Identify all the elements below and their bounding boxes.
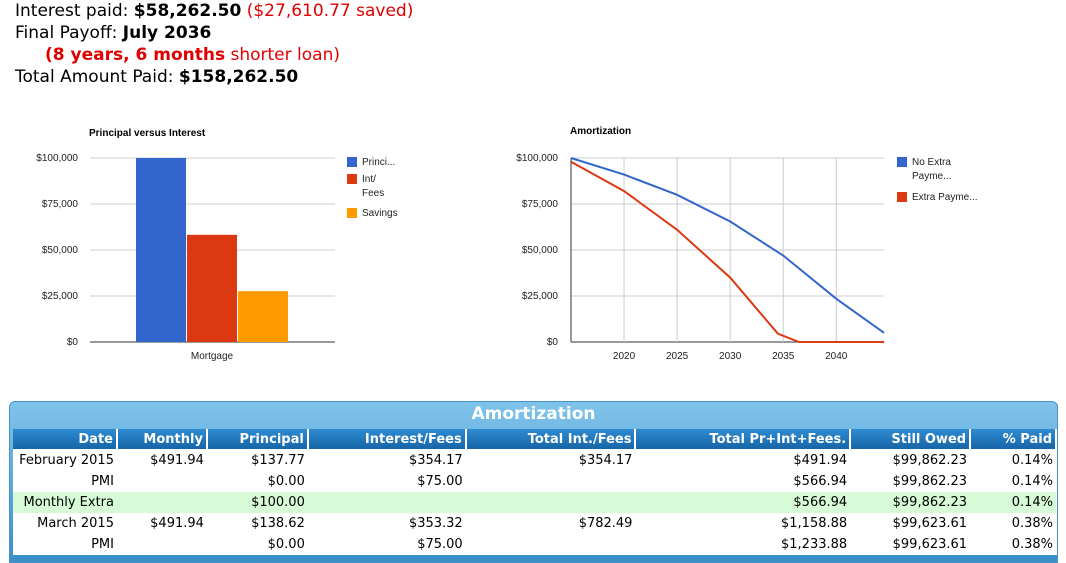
table-cell: $99,623.61 (892, 516, 968, 531)
table-cell: 0.38% (1011, 516, 1053, 531)
interest-paid-label: Interest paid: (15, 1, 129, 21)
series-line-1 (570, 160, 884, 343)
table-cell: $782.49 (578, 516, 633, 531)
legend-label: No Extra (912, 157, 951, 168)
table-row: February 2015 $491.94 $137.77 $354.17 $354.1… (13, 450, 1056, 472)
table-cell: $137.77 (251, 453, 305, 468)
column-header[interactable]: Total Pr+Int+Fees. (635, 429, 852, 450)
final-payoff-line: Final Payoff: July 2036 (15, 22, 413, 44)
line-chart-title: Amortization (570, 126, 632, 137)
line-y-tick-label: $0 (547, 337, 559, 348)
final-payoff-value: July 2036 (122, 23, 212, 43)
table-cell: $99,862.23 (892, 453, 968, 468)
table-row: PMI $0.00 $75.00 $566.94 $99,862.23 0.14% (13, 471, 1056, 492)
legend-swatch (897, 157, 907, 167)
table-cell: $354.17 (578, 453, 633, 468)
table-cell: 0.14% (1011, 474, 1053, 489)
bar-y-tick-label: $75,000 (42, 199, 79, 210)
table-cell (116, 492, 207, 513)
bar-y-tick-label: $25,000 (42, 291, 79, 302)
table-cell: $354.17 (408, 453, 463, 468)
legend-swatch (347, 174, 357, 184)
table-cell: $75.00 (417, 474, 463, 489)
legend-label: Savings (362, 208, 398, 219)
column-header[interactable]: Principal (206, 429, 309, 450)
table-cell: $566.94 (793, 474, 848, 489)
amortization-table-panel: Amortization Date Monthly Principal Interes… (9, 401, 1058, 563)
amortization-chart: $0 $25,000 $50,000 $75,000 $100,000 2020 2025 2… (516, 153, 978, 362)
series-line-0 (570, 157, 885, 334)
shorter-loan-duration: (8 years, 6 months (45, 45, 226, 65)
column-header[interactable]: Still Owed (850, 429, 972, 450)
table-cell: $0.00 (267, 474, 305, 489)
amortization-table-title: Amortization (471, 404, 596, 424)
shorter-loan-text: shorter loan) (230, 45, 340, 65)
loan-summary: Interest paid: $58,262.50 ($27,610.77 sa… (15, 0, 413, 88)
table-cell: $491.94 (150, 516, 204, 531)
line-y-tick-label: $75,000 (522, 199, 559, 210)
line-x-tick-label: 2035 (772, 351, 795, 362)
table-cell (466, 471, 636, 492)
line-y-tick-label: $25,000 (522, 291, 559, 302)
table-cell: 0.14% (1011, 453, 1053, 468)
total-paid-line: Total Amount Paid: $158,262.50 (15, 66, 413, 88)
bar-1 (187, 234, 237, 342)
table-cell: $491.94 (150, 453, 204, 468)
line-x-tick-label: 2020 (613, 351, 636, 362)
table-cell: $99,862.23 (892, 474, 968, 489)
table-cell (465, 492, 636, 513)
table-header-row: Date Monthly Principal Interest/Fees Total I… (13, 429, 1057, 450)
line-x-tick-label: 2030 (719, 351, 742, 362)
bar-0 (136, 158, 186, 342)
table-row: Monthly Extra $100.00 $566.94 $99,862.23 0.1… (13, 492, 1056, 513)
column-header[interactable]: Date (13, 429, 118, 450)
table-cell: $353.32 (408, 516, 463, 531)
column-header[interactable]: Interest/Fees (307, 429, 467, 450)
table-row: March 2015 $491.94 $138.62 $353.32 $782.49 $1… (13, 513, 1056, 534)
table-cell: PMI (91, 474, 114, 489)
final-payoff-label: Final Payoff: (15, 23, 118, 43)
bar-y-tick-label: $100,000 (36, 153, 78, 164)
interest-saved-value: ($27,610.77 saved) (246, 1, 414, 21)
line-y-tick-label: $100,000 (516, 153, 558, 164)
table-cell (117, 471, 207, 492)
legend-swatch (347, 157, 357, 167)
table-cell: $100.00 (206, 492, 308, 513)
column-header[interactable]: Monthly (116, 429, 208, 450)
interest-paid-line: Interest paid: $58,262.50 ($27,610.77 sa… (15, 0, 413, 22)
table-cell: March 2015 (37, 516, 114, 531)
line-y-tick-label: $50,000 (522, 245, 559, 256)
line-x-tick-label: 2025 (666, 351, 689, 362)
table-cell: February 2015 (19, 453, 114, 468)
legend-label: Fees (362, 188, 384, 199)
table-cell (307, 492, 466, 513)
interest-paid-value: $58,262.50 (133, 1, 242, 21)
table-cell: $491.94 (793, 453, 848, 468)
legend-swatch (347, 208, 357, 218)
total-paid-label: Total Amount Paid: (15, 67, 174, 87)
column-header[interactable]: Total Int./Fees (465, 429, 637, 450)
legend-label: Int/ (362, 174, 376, 185)
legend-label: Payme... (912, 171, 951, 182)
shorter-loan-line: (8 years, 6 months shorter loan) (15, 44, 413, 66)
bar-chart-title: Principal versus Interest (89, 128, 206, 139)
table-cell: $1,158.88 (781, 516, 848, 531)
table-cell: $566.94 (635, 492, 851, 513)
legend-label: Princi... (362, 157, 395, 168)
table-cell: 0.14% (970, 492, 1056, 513)
table-cell: Monthly Extra (13, 492, 117, 513)
bar-2 (238, 291, 288, 342)
legend-swatch (897, 192, 907, 202)
bar-y-tick-label: $0 (67, 337, 79, 348)
bar-x-tick-label: Mortgage (191, 351, 234, 362)
amortization-table: Date Monthly Principal Interest/Fees Total I… (13, 429, 1057, 555)
table-cell: $99,862.23 (850, 492, 971, 513)
principal-interest-chart: $0 $25,000 $50,000 $75,000 $100,000 Mortgage P… (36, 153, 398, 362)
bar-y-tick-label: $50,000 (42, 245, 79, 256)
table-cell: $138.62 (251, 516, 305, 531)
column-header[interactable]: % Paid (970, 429, 1057, 450)
total-paid-value: $158,262.50 (178, 67, 299, 87)
line-x-tick-label: 2040 (825, 351, 848, 362)
legend-label: Extra Payme... (912, 192, 978, 203)
